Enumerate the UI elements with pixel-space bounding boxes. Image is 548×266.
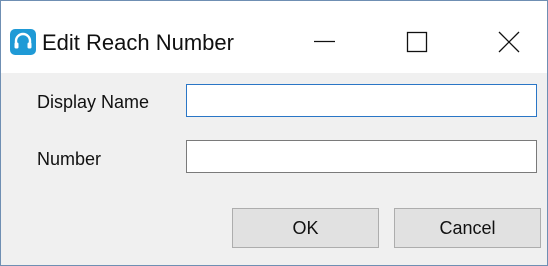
window-title: Edit Reach Number <box>42 30 234 55</box>
ok-button[interactable]: OK <box>232 208 379 248</box>
headset-icon <box>10 29 36 55</box>
display-name-input[interactable] <box>186 84 537 117</box>
title-bar[interactable]: Edit Reach Number <box>1 1 547 73</box>
minimize-button[interactable] <box>288 19 360 65</box>
number-input[interactable] <box>186 140 537 173</box>
close-button[interactable] <box>473 19 545 65</box>
display-name-label: Display Name <box>37 92 150 112</box>
cancel-button[interactable]: Cancel <box>394 208 541 248</box>
dialog-body: Display Name Number OK Cancel <box>1 73 547 265</box>
number-label: Number <box>37 149 102 169</box>
edit-reach-number-dialog: Edit Reach Number Display Name Number OK… <box>0 0 548 266</box>
minimize-icon <box>314 40 335 43</box>
close-icon <box>498 31 520 53</box>
maximize-button[interactable] <box>381 19 453 65</box>
maximize-icon <box>406 31 428 53</box>
